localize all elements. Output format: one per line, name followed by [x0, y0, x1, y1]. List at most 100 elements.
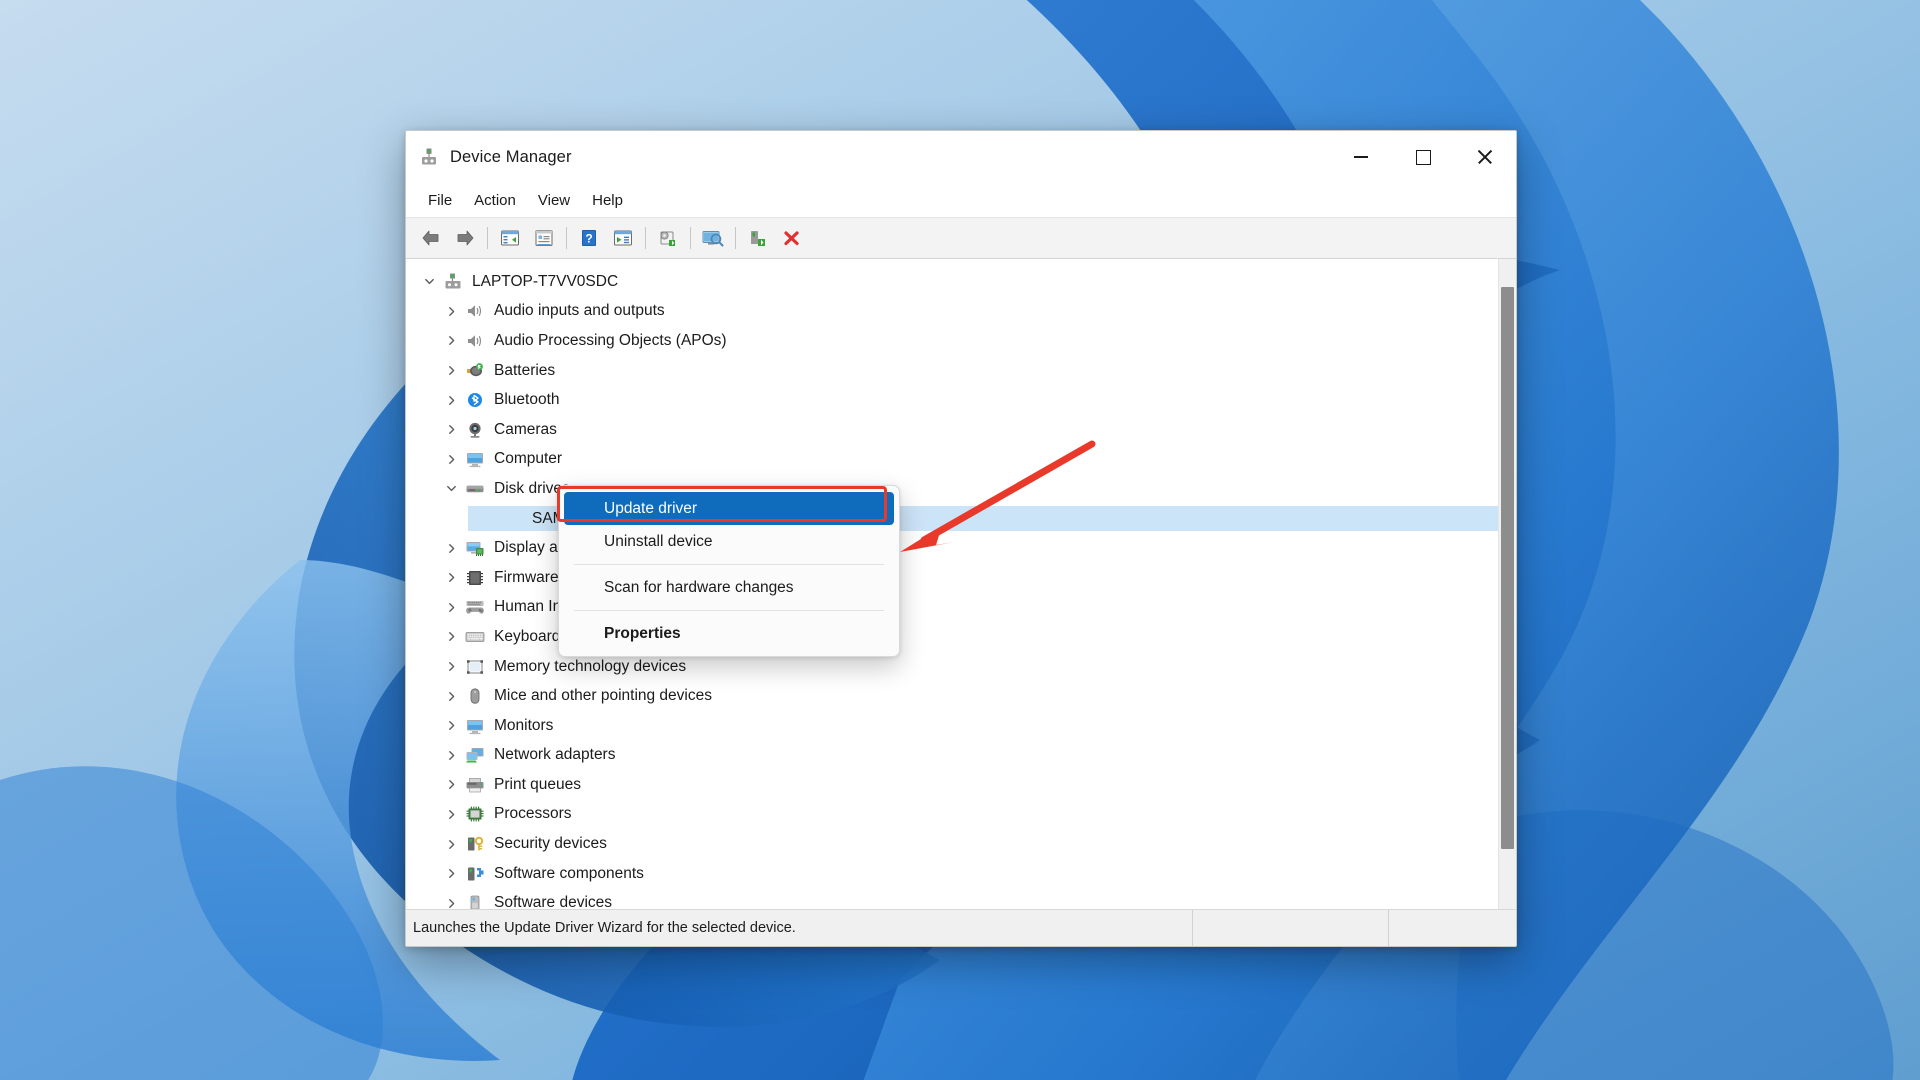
chevron-right-icon[interactable]	[438, 839, 464, 850]
chevron-right-icon[interactable]	[438, 395, 464, 406]
maximize-button[interactable]	[1392, 131, 1454, 183]
memory-icon	[467, 659, 483, 674]
chevron-right-icon[interactable]	[438, 720, 464, 731]
scan-for-hardware-changes-button[interactable]	[651, 221, 685, 255]
update-driver-icon	[614, 230, 632, 246]
chevron-right-icon[interactable]	[438, 631, 464, 642]
forward-icon	[457, 230, 474, 246]
chevron-right-icon[interactable]	[438, 365, 464, 376]
tree-item-label: Computer	[494, 450, 563, 468]
tree-item[interactable]: Computer	[416, 445, 1498, 475]
chevron-right-icon[interactable]	[438, 572, 464, 583]
menu-action[interactable]: Action	[463, 189, 527, 212]
menu-file[interactable]: File	[417, 189, 463, 212]
tree-item[interactable]: Mice and other pointing devices	[416, 681, 1498, 711]
enable-device-icon	[751, 231, 765, 246]
device-manager-icon	[419, 147, 439, 167]
menu-view[interactable]: View	[527, 189, 581, 212]
tree-item-label: Cameras	[494, 420, 557, 438]
chevron-right-icon[interactable]	[438, 543, 464, 554]
speaker-icon	[468, 305, 482, 318]
toolbar-separator	[566, 227, 567, 249]
processor-icon	[464, 804, 486, 824]
gamepad-icon	[464, 597, 486, 617]
chevron-right-icon[interactable]	[438, 661, 464, 672]
chevron-right-icon[interactable]	[438, 898, 464, 909]
tree-item[interactable]: Network adapters	[416, 741, 1498, 771]
chevron-down-icon[interactable]	[416, 276, 442, 287]
title-bar[interactable]: Device Manager	[406, 131, 1516, 183]
chevron-right-icon[interactable]	[438, 424, 464, 435]
chevron-right-icon[interactable]	[438, 306, 464, 317]
chevron-right-icon[interactable]	[438, 779, 464, 790]
uninstall-device-button[interactable]	[775, 221, 809, 255]
speaker-icon	[468, 335, 482, 347]
menu-help[interactable]: Help	[581, 189, 634, 212]
context-menu[interactable]: Update driver Uninstall device Scan for ha…	[558, 485, 900, 657]
context-menu-item-label: Uninstall device	[604, 532, 713, 550]
disk-drive-icon	[464, 479, 486, 499]
chevron-right-icon[interactable]	[438, 454, 464, 465]
close-button[interactable]	[1454, 131, 1516, 183]
menu-bar: File Action View Help	[406, 183, 1516, 218]
tree-item[interactable]: Security devices	[416, 829, 1498, 859]
tree-item[interactable]: Software devices	[416, 888, 1498, 909]
update-driver-button[interactable]	[606, 221, 640, 255]
bluetooth-icon	[468, 393, 482, 408]
context-menu-item-label: Update driver	[604, 499, 698, 517]
context-menu-item-scan-for-hardware-changes[interactable]: Scan for hardware changes	[564, 571, 894, 604]
chevron-right-icon[interactable]	[438, 809, 464, 820]
tree-item[interactable]: Audio Processing Objects (APOs)	[416, 326, 1498, 356]
tree-scrollbar-thumb[interactable]	[1501, 287, 1514, 849]
tree-item[interactable]: Audio inputs and outputs	[416, 297, 1498, 327]
view-devices-button[interactable]	[696, 221, 730, 255]
tree-item-label: LAPTOP-T7VV0SDC	[472, 272, 619, 290]
title-bar-left: Device Manager	[406, 147, 572, 167]
tree-item[interactable]: Print queues	[416, 770, 1498, 800]
tree-item-label: Network adapters	[494, 746, 616, 764]
tree-item-label: Monitors	[494, 716, 554, 734]
chevron-right-icon[interactable]	[438, 750, 464, 761]
tree-item[interactable]: Bluetooth	[416, 385, 1498, 415]
network-adapter-icon	[466, 748, 484, 763]
firmware-icon	[467, 570, 483, 585]
tree-item[interactable]: Monitors	[416, 711, 1498, 741]
uninstall-device-icon	[784, 231, 799, 246]
toolbar-separator	[735, 227, 736, 249]
chevron-down-icon[interactable]	[438, 483, 464, 494]
tree-item-label: Firmware	[494, 568, 559, 586]
context-menu-item-properties[interactable]: Properties	[564, 617, 894, 650]
printer-icon	[464, 775, 486, 795]
context-menu-item-update-driver[interactable]: Update driver	[564, 492, 894, 525]
software-component-icon	[468, 867, 484, 881]
mouse-icon	[464, 686, 486, 706]
camera-icon	[464, 420, 486, 440]
mouse-icon	[470, 688, 480, 704]
show-hide-console-tree-button[interactable]	[493, 221, 527, 255]
chevron-right-icon[interactable]	[438, 602, 464, 613]
show-hide-console-tree-icon	[501, 230, 519, 246]
tree-item[interactable]: Processors	[416, 800, 1498, 830]
properties-button[interactable]	[527, 221, 561, 255]
bluetooth-icon	[464, 390, 486, 410]
help-button[interactable]: ?	[572, 221, 606, 255]
toolbar-separator	[487, 227, 488, 249]
forward-button[interactable]	[448, 221, 482, 255]
context-menu-item-uninstall-device[interactable]: Uninstall device	[564, 525, 894, 558]
tree-item-label: Keyboards	[494, 627, 569, 645]
tree-item[interactable]: Software components	[416, 859, 1498, 889]
tree-item[interactable]: LAPTOP-T7VV0SDC	[416, 267, 1498, 297]
tree-vertical-scrollbar[interactable]	[1498, 259, 1516, 909]
enable-device-button[interactable]	[741, 221, 775, 255]
chevron-right-icon[interactable]	[438, 335, 464, 346]
tree-item[interactable]: Batteries	[416, 356, 1498, 386]
help-icon: ?	[582, 230, 596, 246]
toolbar-separator	[645, 227, 646, 249]
chevron-right-icon[interactable]	[438, 868, 464, 879]
tree-item-label: Audio Processing Objects (APOs)	[494, 331, 727, 349]
tree-item[interactable]: Cameras	[416, 415, 1498, 445]
chevron-right-icon[interactable]	[438, 691, 464, 702]
minimize-button[interactable]	[1330, 131, 1392, 183]
maximize-icon	[1415, 149, 1431, 165]
back-button[interactable]	[414, 221, 448, 255]
